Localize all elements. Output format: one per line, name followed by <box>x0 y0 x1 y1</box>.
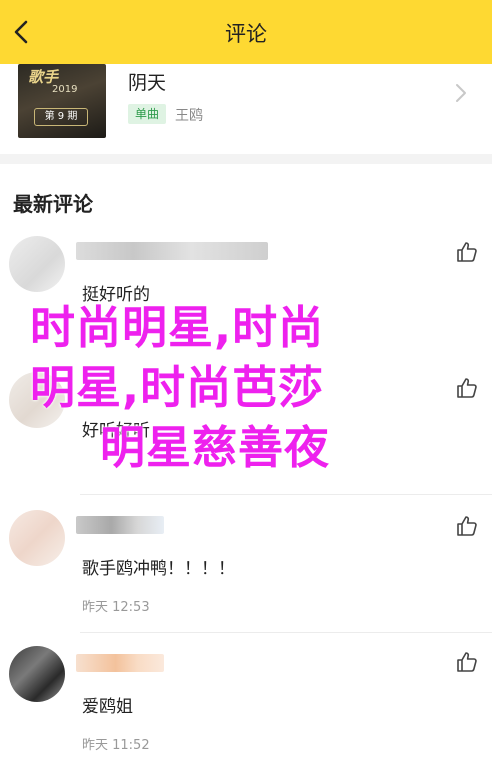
like-thumb-icon[interactable] <box>455 514 479 538</box>
album-cover: 歌手 2019 第 9 期 <box>18 64 106 138</box>
like-thumb-icon[interactable] <box>455 650 479 674</box>
section-title: 最新评论 <box>13 192 93 216</box>
avatar[interactable] <box>9 510 65 566</box>
cover-issue: 第 9 期 <box>34 108 88 126</box>
username[interactable] <box>76 242 268 260</box>
chevron-right-icon[interactable] <box>452 82 470 104</box>
comment-time: 昨天 12:53 <box>82 600 150 615</box>
artist-name: 王鸥 <box>175 108 203 124</box>
single-badge: 单曲 <box>128 104 167 124</box>
divider <box>80 494 492 495</box>
overlay-line-3: 明星慈善夜 <box>100 421 331 474</box>
song-title: 阴天 <box>128 72 167 94</box>
overlay-caption: 时尚明星,时尚 明星,时尚芭莎 明星慈善夜 <box>30 298 470 478</box>
comment-text: 爱鸥姐 <box>82 697 133 717</box>
like-thumb-icon[interactable] <box>455 240 479 264</box>
comment-time: 昨天 11:52 <box>82 738 150 753</box>
avatar[interactable] <box>9 236 65 292</box>
cover-year: 2019 <box>52 84 78 95</box>
overlay-line-2: 明星,时尚芭莎 <box>30 361 325 414</box>
comment-text: 歌手鸥冲鸭！！！！ <box>82 559 235 579</box>
song-card[interactable]: 歌手 2019 第 9 期 阴天 单曲 王鸥 <box>0 64 492 154</box>
avatar[interactable] <box>9 646 65 702</box>
overlay-line-1: 时尚明星,时尚 <box>30 301 325 354</box>
divider <box>80 632 492 633</box>
page-title: 评论 <box>225 22 267 46</box>
section-divider <box>0 154 492 164</box>
username[interactable] <box>76 516 164 534</box>
username[interactable] <box>76 654 164 672</box>
top-bar: 评论 <box>0 0 492 64</box>
